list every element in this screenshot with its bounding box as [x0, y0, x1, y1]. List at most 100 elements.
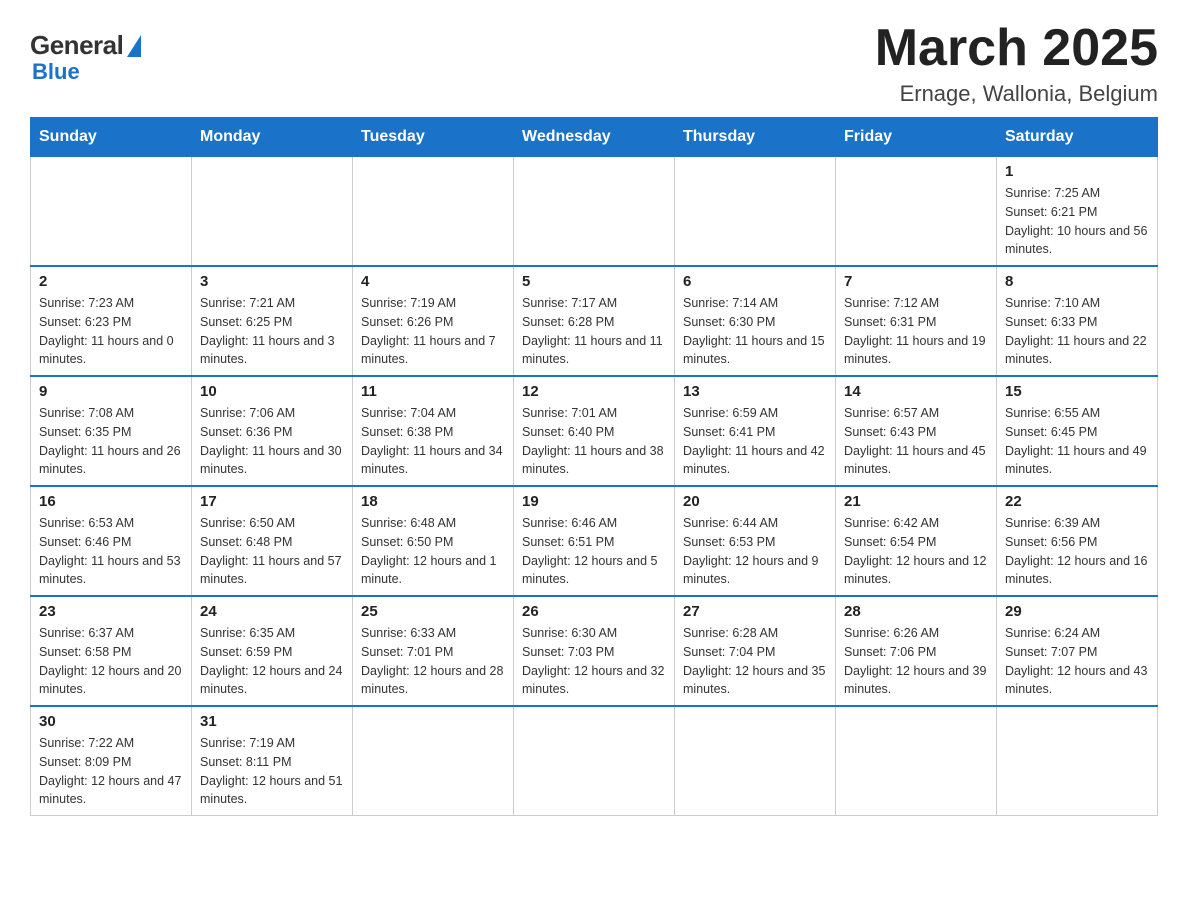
day-number: 9 — [39, 383, 183, 400]
calendar-cell: 29Sunrise: 6:24 AMSunset: 7:07 PMDayligh… — [997, 596, 1158, 706]
day-number: 10 — [200, 383, 344, 400]
day-number: 7 — [844, 273, 988, 290]
day-number: 15 — [1005, 383, 1149, 400]
calendar-cell: 23 Sunrise: 6:37 AMSunset: 6:58 PMDayligh… — [31, 596, 192, 706]
calendar-week-row: 1Sunrise: 7:25 AMSunset: 6:21 PMDaylight… — [31, 157, 1158, 267]
day-number: 6 — [683, 273, 827, 290]
day-info: Sunrise: 7:14 AMSunset: 6:30 PMDaylight:… — [683, 294, 827, 369]
day-info: Sunrise: 6:48 AMSunset: 6:50 PMDaylight:… — [361, 514, 505, 589]
calendar-header-monday: Monday — [192, 118, 353, 157]
day-info: Sunrise: 6:57 AMSunset: 6:43 PMDaylight:… — [844, 404, 988, 479]
calendar-header-row: SundayMondayTuesdayWednesdayThursdayFrid… — [31, 118, 1158, 157]
calendar-cell: 19Sunrise: 6:46 AMSunset: 6:51 PMDayligh… — [514, 486, 675, 596]
calendar-cell: 10Sunrise: 7:06 AMSunset: 6:36 PMDayligh… — [192, 376, 353, 486]
day-info: Sunrise: 7:22 AMSunset: 8:09 PMDaylight:… — [39, 734, 183, 809]
calendar-cell: 16 Sunrise: 6:53 AMSunset: 6:46 PMDayligh… — [31, 486, 192, 596]
day-info: Sunrise: 6:30 AMSunset: 7:03 PMDaylight:… — [522, 624, 666, 699]
day-number: 21 — [844, 493, 988, 510]
day-info: Sunrise: 6:37 AMSunset: 6:58 PMDaylight:… — [39, 624, 183, 699]
calendar-cell: 8Sunrise: 7:10 AMSunset: 6:33 PMDaylight… — [997, 266, 1158, 376]
day-number: 13 — [683, 383, 827, 400]
day-info: Sunrise: 7:25 AMSunset: 6:21 PMDaylight:… — [1005, 184, 1149, 259]
logo-blue-text: Blue — [32, 59, 80, 85]
calendar-cell — [675, 706, 836, 816]
day-number: 2 — [39, 273, 183, 290]
calendar-cell — [675, 157, 836, 267]
logo: General Blue — [30, 30, 141, 85]
day-number: 18 — [361, 493, 505, 510]
calendar-cell: 1Sunrise: 7:25 AMSunset: 6:21 PMDaylight… — [997, 157, 1158, 267]
day-number: 22 — [1005, 493, 1149, 510]
calendar-cell: 21Sunrise: 6:42 AMSunset: 6:54 PMDayligh… — [836, 486, 997, 596]
day-number: 27 — [683, 603, 827, 620]
calendar-week-row: 9 Sunrise: 7:08 AMSunset: 6:35 PMDaylight… — [31, 376, 1158, 486]
day-info: Sunrise: 7:10 AMSunset: 6:33 PMDaylight:… — [1005, 294, 1149, 369]
page-header: General Blue March 2025 Ernage, Wallonia… — [30, 20, 1158, 107]
calendar-cell — [836, 157, 997, 267]
day-number: 5 — [522, 273, 666, 290]
calendar-cell: 26 Sunrise: 6:30 AMSunset: 7:03 PMDayligh… — [514, 596, 675, 706]
day-info: Sunrise: 6:33 AMSunset: 7:01 PMDaylight:… — [361, 624, 505, 699]
day-info: Sunrise: 6:50 AMSunset: 6:48 PMDaylight:… — [200, 514, 344, 589]
day-info: Sunrise: 6:53 AMSunset: 6:46 PMDaylight:… — [39, 514, 183, 589]
calendar-week-row: 23 Sunrise: 6:37 AMSunset: 6:58 PMDayligh… — [31, 596, 1158, 706]
month-year-title: March 2025 — [875, 20, 1158, 77]
calendar-cell — [31, 157, 192, 267]
calendar-cell: 20 Sunrise: 6:44 AMSunset: 6:53 PMDayligh… — [675, 486, 836, 596]
day-info: Sunrise: 6:26 AMSunset: 7:06 PMDaylight:… — [844, 624, 988, 699]
calendar-week-row: 2 Sunrise: 7:23 AMSunset: 6:23 PMDaylight… — [31, 266, 1158, 376]
day-info: Sunrise: 7:17 AMSunset: 6:28 PMDaylight:… — [522, 294, 666, 369]
calendar-cell: 28Sunrise: 6:26 AMSunset: 7:06 PMDayligh… — [836, 596, 997, 706]
day-info: Sunrise: 6:46 AMSunset: 6:51 PMDaylight:… — [522, 514, 666, 589]
calendar-cell: 12 Sunrise: 7:01 AMSunset: 6:40 PMDayligh… — [514, 376, 675, 486]
calendar-cell: 27 Sunrise: 6:28 AMSunset: 7:04 PMDayligh… — [675, 596, 836, 706]
day-number: 11 — [361, 383, 505, 400]
calendar-cell: 15Sunrise: 6:55 AMSunset: 6:45 PMDayligh… — [997, 376, 1158, 486]
day-number: 17 — [200, 493, 344, 510]
calendar-cell: 22 Sunrise: 6:39 AMSunset: 6:56 PMDayligh… — [997, 486, 1158, 596]
day-info: Sunrise: 7:08 AMSunset: 6:35 PMDaylight:… — [39, 404, 183, 479]
day-number: 12 — [522, 383, 666, 400]
calendar-cell: 6 Sunrise: 7:14 AMSunset: 6:30 PMDaylight… — [675, 266, 836, 376]
day-number: 4 — [361, 273, 505, 290]
logo-triangle-icon — [127, 35, 141, 57]
day-info: Sunrise: 7:04 AMSunset: 6:38 PMDaylight:… — [361, 404, 505, 479]
calendar-cell — [353, 706, 514, 816]
location-subtitle: Ernage, Wallonia, Belgium — [875, 81, 1158, 107]
calendar-header-sunday: Sunday — [31, 118, 192, 157]
calendar-header-wednesday: Wednesday — [514, 118, 675, 157]
day-info: Sunrise: 6:59 AMSunset: 6:41 PMDaylight:… — [683, 404, 827, 479]
calendar-week-row: 16 Sunrise: 6:53 AMSunset: 6:46 PMDayligh… — [31, 486, 1158, 596]
day-number: 26 — [522, 603, 666, 620]
calendar-cell: 13 Sunrise: 6:59 AMSunset: 6:41 PMDayligh… — [675, 376, 836, 486]
day-info: Sunrise: 6:28 AMSunset: 7:04 PMDaylight:… — [683, 624, 827, 699]
calendar-cell — [514, 157, 675, 267]
calendar-header-thursday: Thursday — [675, 118, 836, 157]
calendar-cell: 7Sunrise: 7:12 AMSunset: 6:31 PMDaylight… — [836, 266, 997, 376]
calendar-header-saturday: Saturday — [997, 118, 1158, 157]
day-info: Sunrise: 6:44 AMSunset: 6:53 PMDaylight:… — [683, 514, 827, 589]
day-number: 16 — [39, 493, 183, 510]
day-number: 23 — [39, 603, 183, 620]
calendar-cell: 31Sunrise: 7:19 AMSunset: 8:11 PMDayligh… — [192, 706, 353, 816]
calendar-cell — [997, 706, 1158, 816]
calendar-cell — [514, 706, 675, 816]
day-info: Sunrise: 6:39 AMSunset: 6:56 PMDaylight:… — [1005, 514, 1149, 589]
day-info: Sunrise: 7:23 AMSunset: 6:23 PMDaylight:… — [39, 294, 183, 369]
calendar-cell: 4Sunrise: 7:19 AMSunset: 6:26 PMDaylight… — [353, 266, 514, 376]
calendar-cell: 17 Sunrise: 6:50 AMSunset: 6:48 PMDayligh… — [192, 486, 353, 596]
calendar-cell — [192, 157, 353, 267]
calendar-header-friday: Friday — [836, 118, 997, 157]
calendar-cell: 2 Sunrise: 7:23 AMSunset: 6:23 PMDaylight… — [31, 266, 192, 376]
calendar-cell: 9 Sunrise: 7:08 AMSunset: 6:35 PMDaylight… — [31, 376, 192, 486]
day-info: Sunrise: 7:01 AMSunset: 6:40 PMDaylight:… — [522, 404, 666, 479]
calendar-cell — [836, 706, 997, 816]
day-info: Sunrise: 7:19 AMSunset: 8:11 PMDaylight:… — [200, 734, 344, 809]
calendar-cell — [353, 157, 514, 267]
calendar-table: SundayMondayTuesdayWednesdayThursdayFrid… — [30, 117, 1158, 816]
logo-general-text: General — [30, 30, 123, 61]
calendar-cell: 3Sunrise: 7:21 AMSunset: 6:25 PMDaylight… — [192, 266, 353, 376]
day-number: 20 — [683, 493, 827, 510]
calendar-cell: 30Sunrise: 7:22 AMSunset: 8:09 PMDayligh… — [31, 706, 192, 816]
day-info: Sunrise: 6:24 AMSunset: 7:07 PMDaylight:… — [1005, 624, 1149, 699]
